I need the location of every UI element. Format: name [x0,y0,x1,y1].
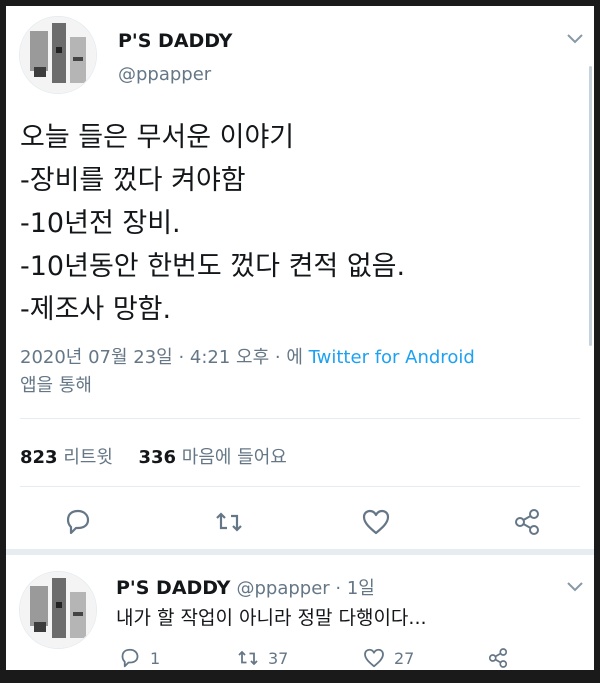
reply-avatar[interactable] [19,571,97,649]
tweet-line: -장비를 껐다 켜야함 [20,165,246,196]
tweet-detail-screen: P'S DADDY @ppapper 오늘 들은 무서운 이야기 -장비를 껐다… [6,6,594,670]
retweet-button[interactable] [213,506,245,538]
reply-author-name[interactable]: P'S DADDY [116,577,230,599]
divider [20,418,580,419]
avatar[interactable] [19,16,97,94]
reply-reply-button[interactable]: 1 [118,646,160,670]
reply-like-button[interactable]: 27 [362,646,414,670]
tweet-meta: 2020년 07월 23일 · 4:21 오후 · 에 Twitter for … [20,344,580,400]
reply-reply-count: 1 [150,648,161,668]
scrollbar[interactable] [589,66,592,346]
retweet-count[interactable]: 823 [20,447,58,468]
timestamp[interactable]: 2020년 07월 23일 · 4:21 오후 · 에 [20,347,303,368]
reply-author-handle[interactable]: @ppapper · 1일 [236,578,374,599]
chevron-down-icon[interactable] [566,30,584,49]
reply-retweet-button[interactable]: 37 [236,646,288,670]
author-handle[interactable]: @ppapper [118,64,211,85]
tweet-text: 오늘 들은 무서운 이야기 -장비를 껐다 켜야함 -10년전 장비. -10년… [20,116,580,331]
share-icon [488,648,508,668]
tweet-line: -10년동안 한번도 껐다 켠적 없음. [20,251,406,282]
tweet-line: -10년전 장비. [20,208,181,239]
divider [20,486,580,487]
like-label[interactable]: 마음에 들어요 [182,447,287,468]
heart-icon [364,648,384,668]
client-suffix: 앱을 통해 [20,375,92,396]
engagement-stats: 823 리트윗 336 마음에 들어요 [20,443,287,469]
retweet-label[interactable]: 리트윗 [63,447,113,468]
reply-chevron-down-icon[interactable] [566,578,584,597]
reply-icon [121,648,139,668]
section-divider [6,549,594,555]
reply-retweet-count: 37 [268,648,289,668]
tweet-line: -제조사 망함. [20,294,172,325]
retweet-icon [238,650,258,666]
like-count[interactable]: 336 [138,447,176,468]
like-button[interactable] [360,506,392,538]
share-button[interactable] [511,506,543,538]
share-icon [515,509,539,535]
reply-icon [66,509,90,535]
author-name[interactable]: P'S DADDY [118,30,232,52]
client-link[interactable]: Twitter for Android [309,347,475,368]
retweet-icon [216,512,242,532]
reply-share-button[interactable] [486,646,510,670]
reply-button[interactable] [62,506,94,538]
reply-text: 내가 할 작업이 아니라 정말 다행이다... [116,607,427,629]
tweet-line: 오늘 들은 무서운 이야기 [20,122,295,153]
reply-like-count: 27 [394,648,415,668]
reply-header: P'S DADDY @ppapper · 1일 [116,574,375,600]
heart-icon [362,509,390,535]
